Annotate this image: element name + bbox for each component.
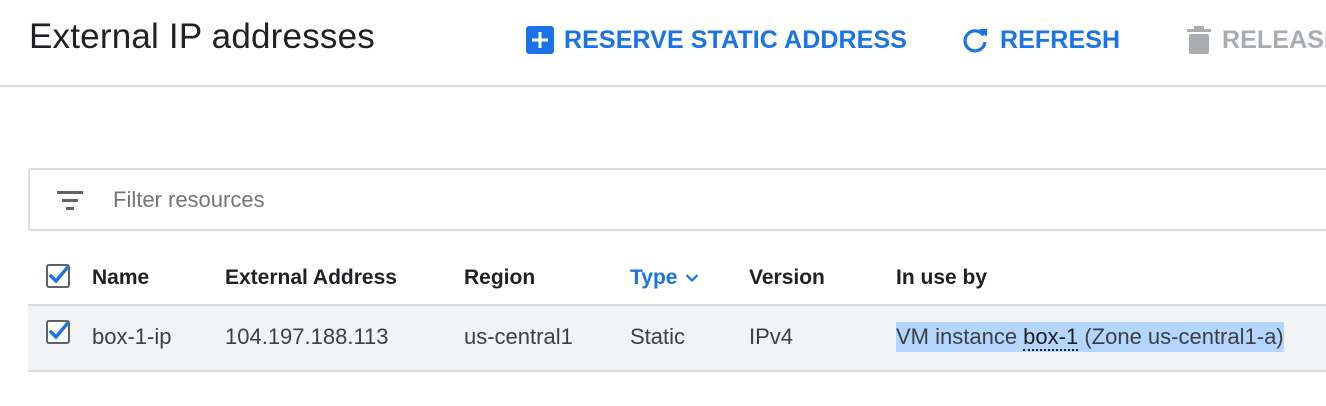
row-checkbox[interactable] xyxy=(46,320,70,344)
column-header-external-address[interactable]: External Address xyxy=(225,266,397,290)
refresh-icon xyxy=(960,25,990,55)
checkbox-checked-icon xyxy=(46,320,70,344)
trash-icon xyxy=(1186,25,1212,55)
chevron-down-icon xyxy=(686,274,699,283)
column-header-type[interactable]: Type xyxy=(630,266,699,290)
column-header-name[interactable]: Name xyxy=(92,266,149,290)
vm-instance-link[interactable]: box-1 xyxy=(1023,324,1079,351)
column-header-type-label: Type xyxy=(630,266,678,289)
add-box-icon xyxy=(526,26,554,54)
cell-external-address: 104.197.188.113 xyxy=(225,324,389,349)
in-use-by-text: VM instance box-1 (Zone us-central1-a) xyxy=(896,322,1284,352)
refresh-label: REFRESH xyxy=(1000,25,1121,54)
cell-region: us-central1 xyxy=(464,324,573,349)
table-header-row: Name External Address Region Type Versio… xyxy=(28,254,1326,306)
page-header: External IP addresses RESERVE STATIC ADD… xyxy=(0,0,1326,87)
cell-in-use-by: VM instance box-1 (Zone us-central1-a) xyxy=(896,322,1284,352)
table-row[interactable]: box-1-ip 104.197.188.113 us-central1 Sta… xyxy=(28,306,1326,372)
column-header-region[interactable]: Region xyxy=(464,266,535,290)
column-header-in-use-by[interactable]: In use by xyxy=(896,266,987,290)
in-use-by-prefix: VM instance xyxy=(896,324,1024,349)
cell-version: IPv4 xyxy=(749,324,794,349)
filter-bar xyxy=(28,168,1326,231)
release-button[interactable]: RELEASE xyxy=(1186,22,1326,58)
release-label: RELEASE xyxy=(1222,25,1326,54)
reserve-static-address-button[interactable]: RESERVE STATIC ADDRESS xyxy=(526,22,907,58)
filter-list-icon xyxy=(57,190,83,210)
select-all-checkbox[interactable] xyxy=(46,264,70,288)
checkbox-checked-icon xyxy=(46,264,70,288)
cell-type: Static xyxy=(630,324,686,349)
ip-addresses-table: Name External Address Region Type Versio… xyxy=(28,254,1326,372)
in-use-by-suffix: (Zone us-central1-a) xyxy=(1078,324,1284,349)
cell-name: box-1-ip xyxy=(92,324,172,349)
reserve-static-address-label: RESERVE STATIC ADDRESS xyxy=(564,25,907,54)
filter-resources-input[interactable] xyxy=(113,186,913,213)
column-header-version[interactable]: Version xyxy=(749,266,825,290)
page-title: External IP addresses xyxy=(29,17,375,56)
refresh-button[interactable]: REFRESH xyxy=(960,22,1120,58)
